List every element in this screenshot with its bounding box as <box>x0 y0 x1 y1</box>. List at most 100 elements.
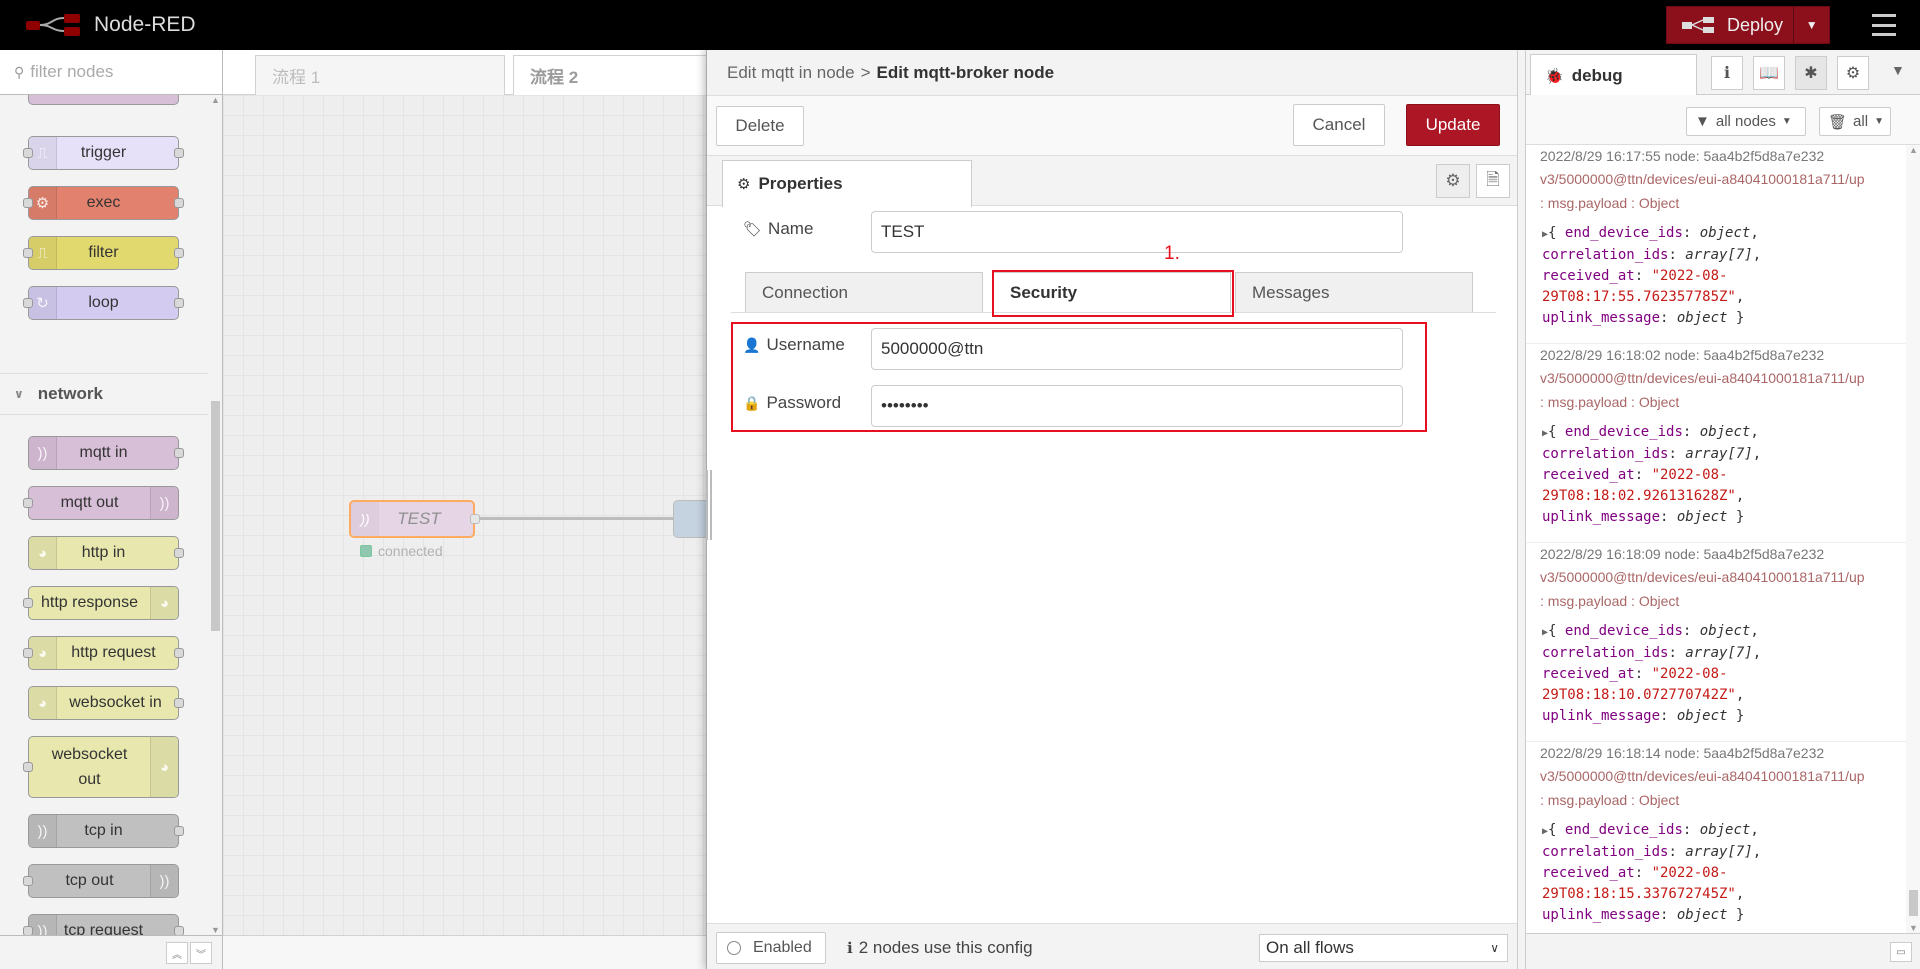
sidebar-separator[interactable] <box>1517 50 1526 969</box>
name-input[interactable]: TEST <box>871 211 1403 253</box>
palette-node-label: loop <box>88 294 119 311</box>
palette-node-mqtt-in[interactable]: )) mqtt in <box>28 436 184 470</box>
scope-select[interactable]: On all flows ∨ <box>1259 934 1508 962</box>
usage-text: 2 nodes use this config <box>858 938 1033 957</box>
message-topic: v3/5000000@ttn/devices/eui-a84041000181a… <box>1540 768 1865 784</box>
palette-footer: ︽ ︾ <box>0 935 222 969</box>
bug-icon: ✱ <box>1804 65 1818 82</box>
scope-value: On all flows <box>1266 938 1354 957</box>
node-description-button[interactable]: 🗎 <box>1476 164 1510 198</box>
loop-icon: ↻ <box>29 287 57 319</box>
palette-scrollbar[interactable]: ▲ ▼ <box>208 95 222 935</box>
expand-caret-icon: ▶ <box>1542 229 1549 240</box>
palette-node-filter[interactable]: ⎍ filter <box>23 236 184 270</box>
message-meta: 2022/8/29 16:17:55 node: 5aa4b2f5d8a7e23… <box>1540 148 1825 164</box>
gear-icon: ⚙ <box>1845 65 1861 82</box>
palette-node-label: http response <box>41 594 138 611</box>
message-meta: 2022/8/29 16:18:02 node: 5aa4b2f5d8a7e23… <box>1540 347 1825 363</box>
category-label: network <box>37 384 103 403</box>
palette-node-tcp-in[interactable]: )) tcp in <box>28 814 184 848</box>
book-icon: 📖 <box>1759 65 1779 82</box>
annotation-step-1: 1. <box>1164 243 1180 264</box>
main-menu-icon[interactable] <box>1872 14 1896 36</box>
delete-button[interactable]: Delete <box>716 106 804 146</box>
debug-message[interactable]: 2022/8/29 16:18:02 node: 5aa4b2f5d8a7e23… <box>1526 344 1906 543</box>
message-object[interactable]: ▶{ end_device_ids: object, correlation_i… <box>1542 422 1761 528</box>
tray-resize-handle[interactable] <box>706 470 712 540</box>
update-button[interactable]: Update <box>1406 104 1500 146</box>
deploy-button[interactable]: Deploy ▼ <box>1666 6 1830 44</box>
expand-all-button[interactable]: ︾ <box>190 942 212 964</box>
trigger-icon: ⎍ <box>29 137 57 169</box>
properties-tabbar: ⚙ Properties ⚙ 🗎 <box>707 156 1518 207</box>
tab-properties[interactable]: ⚙ Properties <box>722 160 972 207</box>
sidebar-tabs: 🐞 debug ℹ 📖 ✱ ⚙ ▼ <box>1526 50 1920 96</box>
palette-node-http-request[interactable]: ◕ http request <box>23 636 184 670</box>
palette-node-exec[interactable]: ⚙ exec <box>23 186 184 220</box>
breadcrumb-parent[interactable]: Edit mqtt in node <box>727 63 855 83</box>
monitor-icon: ▭ <box>1896 946 1906 958</box>
help-tab-button[interactable]: 📖 <box>1753 56 1785 90</box>
node-settings-button[interactable]: ⚙ <box>1436 164 1470 198</box>
mqtt-icon: )) <box>29 437 57 469</box>
message-object[interactable]: ▶{ end_device_ids: object, correlation_i… <box>1542 223 1761 329</box>
palette-node-tcp-request[interactable]: )) tcp request <box>23 914 184 935</box>
debug-messages: 2022/8/29 16:17:55 node: 5aa4b2f5d8a7e23… <box>1526 145 1906 933</box>
debug-tab-button[interactable]: ✱ <box>1795 56 1827 90</box>
debug-message[interactable]: 2022/8/29 16:17:55 node: 5aa4b2f5d8a7e23… <box>1526 145 1906 344</box>
palette-node-label: websocket out <box>51 746 128 788</box>
palette-search-placeholder: filter nodes <box>30 62 114 81</box>
edit-tray: Edit mqtt in node > Edit mqtt-broker nod… <box>706 50 1518 969</box>
tab-messages[interactable]: Messages <box>1235 272 1473 312</box>
tab-debug[interactable]: 🐞 debug <box>1530 54 1697 96</box>
filter-icon: ⎍ <box>29 237 57 269</box>
palette-node-websocket-out[interactable]: ◕ websocket out <box>23 736 179 798</box>
palette-node-websocket-in[interactable]: ◕ websocket in <box>28 686 184 720</box>
chevron-down-icon: ∨ <box>14 387 24 401</box>
bug-icon: 🐞 <box>1545 67 1564 85</box>
sidebar-footer: ▭ <box>1526 933 1920 969</box>
palette-node-label: mqtt in <box>79 444 128 461</box>
config-tab-button[interactable]: ⚙ <box>1837 56 1869 90</box>
workspace-shade <box>223 50 706 969</box>
cancel-button[interactable]: Cancel <box>1293 104 1385 146</box>
trash-icon: 🗑 <box>1828 113 1848 131</box>
gear-icon: ⚙ <box>1445 171 1461 190</box>
filter-icon: ▼ <box>1695 113 1710 130</box>
collapse-all-button[interactable]: ︽ <box>166 942 188 964</box>
palette-node-trigger[interactable]: ⎍ trigger <box>23 136 184 170</box>
message-type: : msg.payload : Object <box>1540 792 1680 808</box>
palette-search-input[interactable]: ⚲ filter nodes <box>0 50 222 95</box>
gear-icon: ⚙ <box>29 187 57 219</box>
palette-node-http-response[interactable]: ◕ http response <box>23 586 179 620</box>
palette-category-network[interactable]: ∨ network <box>0 373 208 415</box>
globe-icon: ◕ <box>29 687 57 719</box>
palette-node-mqtt-out[interactable]: )) mqtt out <box>23 486 179 520</box>
expand-caret-icon: ▶ <box>1542 627 1549 638</box>
highlight-credentials <box>731 322 1427 432</box>
tab-connection[interactable]: Connection <box>745 272 983 312</box>
debug-scrollbar[interactable]: ▲ ▼ <box>1906 145 1920 933</box>
popout-button[interactable]: ▭ <box>1890 942 1912 962</box>
filter-nodes-button[interactable]: ▼ all nodes ▼ <box>1686 107 1806 136</box>
palette-node-loop[interactable]: ↻ loop <box>23 286 184 320</box>
palette-node-http-in[interactable]: ◕ http in <box>28 536 184 570</box>
debug-message[interactable]: 2022/8/29 16:18:09 node: 5aa4b2f5d8a7e23… <box>1526 543 1906 742</box>
debug-message[interactable]: 2022/8/29 16:18:14 node: 5aa4b2f5d8a7e23… <box>1526 742 1906 933</box>
clear-messages-button[interactable]: 🗑 all ▼ <box>1819 107 1891 136</box>
globe-icon: ◕ <box>29 537 57 569</box>
palette-node-partial[interactable] <box>28 95 179 105</box>
info-tab-button[interactable]: ℹ <box>1711 56 1743 90</box>
message-object[interactable]: ▶{ end_device_ids: object, correlation_i… <box>1542 621 1761 727</box>
palette-node-label: exec <box>86 194 121 211</box>
caret-down-icon: ▼ <box>1805 18 1818 32</box>
deploy-menu-button[interactable]: ▼ <box>1793 7 1829 43</box>
clear-label: all <box>1853 113 1869 130</box>
caret-down-icon[interactable]: ▼ <box>1891 62 1905 78</box>
message-meta: 2022/8/29 16:18:14 node: 5aa4b2f5d8a7e23… <box>1540 745 1825 761</box>
message-topic: v3/5000000@ttn/devices/eui-a84041000181a… <box>1540 370 1865 386</box>
palette-node-label: tcp request <box>63 922 144 935</box>
message-object[interactable]: ▶{ end_device_ids: object, correlation_i… <box>1542 820 1761 926</box>
enabled-toggle[interactable]: Enabled <box>716 932 826 964</box>
palette-node-tcp-out[interactable]: )) tcp out <box>23 864 179 898</box>
